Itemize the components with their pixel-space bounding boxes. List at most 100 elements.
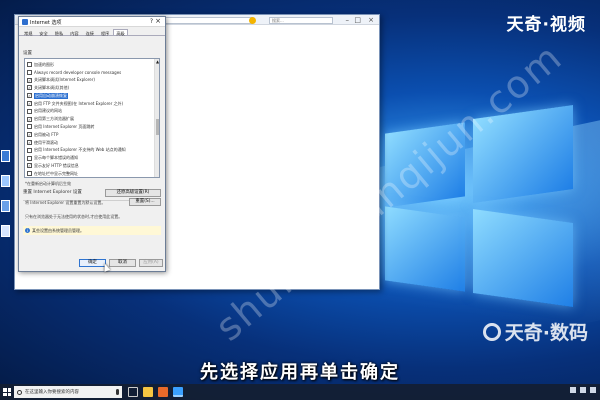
setting-row[interactable]: ✓ 显示友好 HTTP 错误信息 (27, 162, 79, 169)
setting-row[interactable]: ✓ 关闭脚本调试(Internet Explorer) (27, 77, 95, 84)
desktop-icon[interactable] (1, 200, 10, 212)
setting-row[interactable]: ✓ 启用自动崩溃恢复 (27, 92, 68, 99)
setting-checkbox[interactable]: ✓ (27, 77, 32, 83)
taskbar: 在这里输入你要搜索的内容 (0, 384, 600, 400)
scrollbar-thumb[interactable] (156, 119, 159, 135)
setting-checkbox[interactable] (27, 69, 32, 75)
setting-row[interactable]: 启用 Internet Explorer 不支持的 Web 站点的通知 (27, 147, 126, 154)
magnifier-icon (482, 322, 501, 341)
system-tray (570, 387, 596, 393)
setting-label: 在地址栏中显示完整网址 (34, 170, 78, 176)
setting-checkbox[interactable] (27, 108, 32, 114)
windows-icon (7, 388, 11, 392)
setting-label: 显示每个脚本错误的通知 (34, 155, 78, 161)
windows-logo-pane (473, 208, 573, 308)
dialog-titlebar: Internet 选项 ? × (19, 17, 165, 27)
reset-note: 只有在浏览器处于无法使用的状态时,才应使用此设置。 (25, 214, 123, 219)
desktop-icons (0, 0, 12, 300)
internet-explorer-icon[interactable] (173, 387, 183, 397)
setting-checkbox[interactable]: ✓ (27, 140, 32, 145)
help-icon[interactable]: ? (150, 18, 153, 25)
video-subtitle: 先选择应用再单击确定 (200, 362, 400, 383)
windows-icon (7, 392, 11, 396)
setting-checkbox[interactable]: ✓ (27, 93, 32, 99)
volume-icon[interactable] (590, 387, 596, 393)
desktop-icon[interactable] (1, 225, 10, 237)
browser-search-input[interactable]: 搜索... (269, 17, 333, 24)
setting-row[interactable]: ✓ 启用第三方浏览器扩展 (27, 116, 74, 123)
managed-settings-warning: i 某些设置由系统管理员管理。 (23, 226, 161, 235)
warning-text: 某些设置由系统管理员管理。 (32, 227, 84, 233)
tab-6[interactable]: 高级 (113, 29, 128, 36)
info-icon: i (25, 228, 30, 233)
setting-row[interactable]: ✓ 使用平滑滚动 (27, 139, 58, 146)
start-button[interactable] (3, 388, 11, 396)
tab-0[interactable]: 常规 (21, 29, 35, 36)
setting-row[interactable]: ✓ 关闭脚本调试(其他) (27, 84, 69, 91)
setting-checkbox[interactable] (27, 124, 32, 130)
reset-description: 将 Internet Explorer 设置重置为默认设置。 (25, 200, 106, 205)
maximize-icon[interactable]: □ (354, 15, 361, 25)
scroll-up-icon[interactable]: ▲ (155, 59, 159, 64)
setting-checkbox[interactable] (27, 62, 32, 67)
brand-logo-bottom: 天奇·数码 (482, 318, 588, 345)
ie-icon (249, 17, 256, 24)
cancel-button[interactable]: 取消 (109, 259, 136, 267)
setting-checkbox[interactable]: ✓ (27, 101, 32, 106)
setting-checkbox[interactable]: ✓ (27, 116, 32, 122)
setting-row[interactable]: 启用建议的网站 (27, 108, 62, 115)
setting-row[interactable]: 显示每个脚本错误的通知 (27, 155, 78, 162)
setting-checkbox[interactable]: ✓ (27, 85, 32, 91)
setting-checkbox[interactable] (27, 171, 32, 177)
setting-label: 启用建议的网站 (34, 108, 62, 114)
taskbar-search-box[interactable]: 在这里输入你要搜索的内容 (14, 386, 122, 398)
dialog-tabs: 常规 安全 隐私 内容 连接 程序 高级 (19, 27, 165, 36)
setting-row[interactable]: 加速的图形 (27, 61, 54, 68)
settings-scrollbar[interactable]: ▲ (154, 59, 159, 177)
setting-checkbox[interactable] (27, 147, 32, 153)
minimize-icon[interactable]: – (346, 15, 350, 25)
tab-2[interactable]: 隐私 (52, 29, 66, 36)
reset-heading: 重置 Internet Explorer 设置 (23, 190, 82, 195)
windows-logo-pane (385, 206, 465, 292)
setting-label: 启用被动 FTP (34, 131, 59, 137)
internet-options-dialog: Internet 选项 ? × 常规 安全 隐私 内容 连接 程序 高级 设置 ▲ 加速的图… (18, 16, 166, 272)
setting-label: 关闭脚本调试(其他) (34, 84, 70, 90)
setting-row[interactable]: 在地址栏中显示完整网址 (27, 170, 78, 177)
file-explorer-icon[interactable] (143, 387, 153, 397)
restart-note: *在重新启动计算机后生效 (25, 181, 71, 186)
desktop-icon[interactable] (1, 175, 10, 187)
network-icon[interactable] (580, 387, 586, 393)
store-icon[interactable] (158, 387, 168, 397)
setting-checkbox[interactable]: ✓ (27, 163, 32, 169)
setting-row[interactable]: Always record developer console messages (27, 69, 121, 76)
reset-button[interactable]: 重置(S)... (129, 198, 161, 206)
settings-list[interactable]: ▲ 加速的图形 Always record developer console m… (24, 58, 160, 178)
setting-checkbox[interactable]: ✓ (27, 132, 32, 138)
setting-row[interactable]: ✓ 启用 FTP 文件夹视图(在 Internet Explorer 之外) (27, 100, 123, 107)
setting-label: 启用自动崩溃恢复 (34, 92, 68, 99)
taskbar-search-placeholder: 在这里输入你要搜索的内容 (25, 390, 79, 395)
search-icon (17, 389, 22, 395)
apply-button[interactable]: 应用(A) (139, 259, 163, 267)
close-icon[interactable]: × (368, 15, 374, 25)
setting-checkbox[interactable] (27, 155, 32, 161)
task-view-icon[interactable] (128, 387, 138, 397)
setting-label: 加速的图形 (34, 61, 54, 67)
microphone-icon[interactable] (116, 389, 119, 395)
tab-4[interactable]: 连接 (83, 29, 97, 36)
setting-label: 启用 Internet Explorer 页面跳转 (34, 123, 95, 129)
tab-3[interactable]: 内容 (67, 29, 81, 36)
desktop-icon[interactable] (1, 150, 10, 162)
setting-row[interactable]: ✓ 启用被动 FTP (27, 131, 58, 138)
chevron-up-icon[interactable] (570, 387, 576, 393)
setting-label: 启用 FTP 文件夹视图(在 Internet Explorer 之外) (34, 100, 124, 106)
setting-row[interactable]: 启用 Internet Explorer 页面跳转 (27, 123, 94, 130)
tab-1[interactable]: 安全 (36, 29, 50, 36)
close-icon[interactable]: × (155, 17, 161, 25)
restore-advanced-button[interactable]: 还原高级设置(R) (105, 189, 161, 197)
brand-logo-top: 天奇·视频 (506, 15, 586, 35)
setting-label: 显示友好 HTTP 错误信息 (34, 162, 79, 168)
desktop-background: 天奇·视频 天奇·数码 搜索... – □ × Internet 选项 ? × … (0, 0, 600, 400)
tab-5[interactable]: 程序 (98, 29, 112, 36)
